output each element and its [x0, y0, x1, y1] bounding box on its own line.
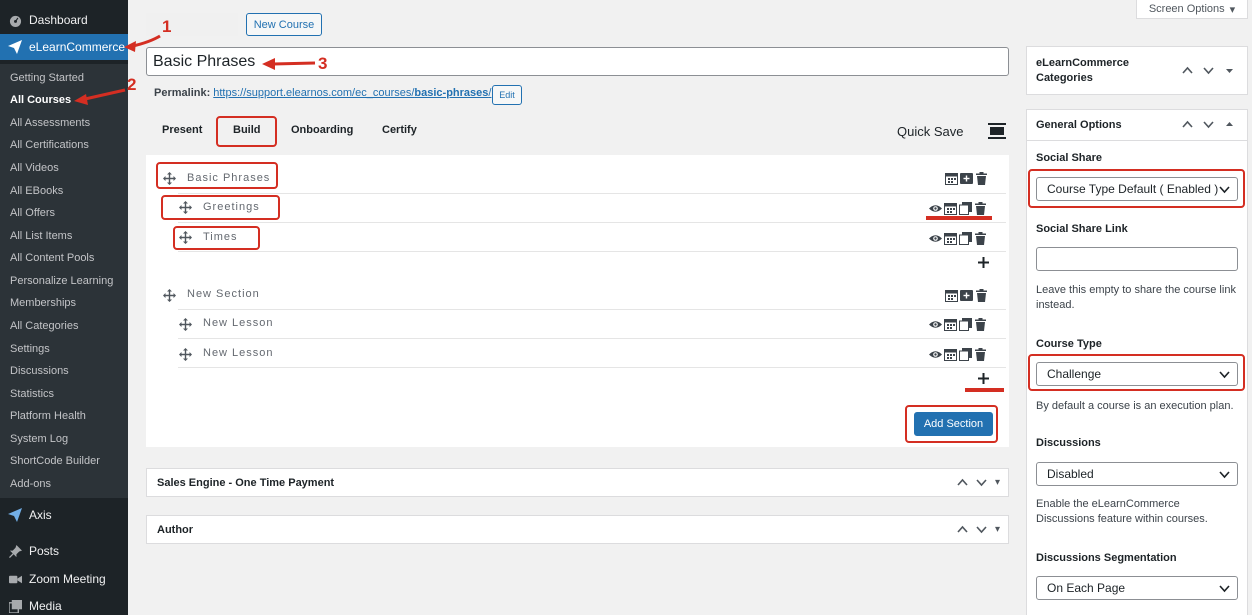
- annotation-number: 3: [318, 54, 328, 73]
- annotation-arrows: [74, 34, 316, 105]
- annotation-number: 1: [162, 17, 172, 36]
- annotation-number: 2: [127, 75, 137, 94]
